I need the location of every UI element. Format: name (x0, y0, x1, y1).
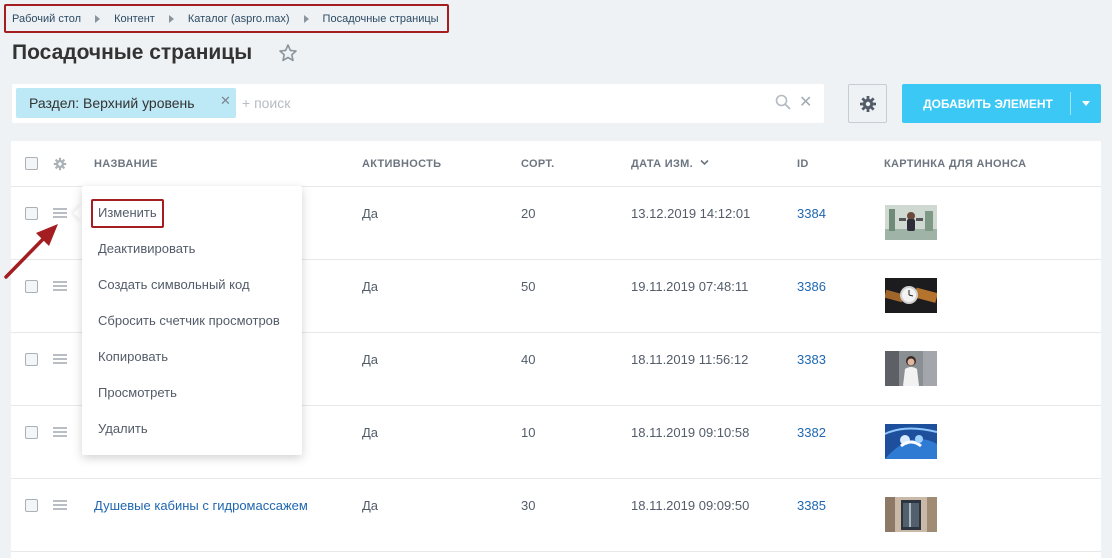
handshake-photo-thumbnail (885, 424, 937, 459)
row-date: 18.11.2019 09:09:50 (631, 498, 750, 513)
menu-item-delete[interactable]: Удалить (98, 421, 148, 436)
row-menu-icon[interactable] (53, 427, 67, 437)
menu-item-reset-views-counter[interactable]: Сбросить счетчик просмотров (98, 313, 280, 328)
watch-photo-thumbnail (885, 278, 937, 313)
row-sort: 50 (521, 279, 536, 294)
breadcrumb-item-landing-pages[interactable]: Посадочные страницы (323, 13, 439, 25)
row-sort: 30 (521, 498, 536, 513)
edit-highlight-box (91, 199, 164, 228)
search-icon[interactable] (775, 94, 791, 110)
column-header-id[interactable]: ID (797, 158, 809, 170)
row-active: Да (362, 352, 379, 367)
row-menu-icon[interactable] (53, 208, 67, 218)
select-all-checkbox[interactable] (25, 157, 38, 170)
table-row[interactable]: Душевые кабины с гидромассажем Да 30 18.… (11, 479, 1101, 552)
row-active: Да (362, 498, 379, 513)
add-element-label: ДОБАВИТЬ ЭЛЕМЕНТ (923, 96, 1053, 111)
column-header-image[interactable]: КАРТИНКА ДЛЯ АНОНСА (884, 158, 1026, 170)
row-checkbox[interactable] (25, 499, 38, 512)
breadcrumb: Рабочий стол Контент Каталог (aspro.max)… (4, 4, 449, 33)
row-menu-icon[interactable] (53, 500, 67, 510)
filter-chip[interactable]: Раздел: Верхний уровень (16, 88, 236, 118)
row-id[interactable]: 3386 (797, 279, 826, 294)
row-id[interactable]: 3383 (797, 352, 826, 367)
page-title: Посадочные страницы (12, 41, 253, 64)
shower-photo-thumbnail (885, 497, 937, 532)
row-id[interactable]: 3382 (797, 425, 826, 440)
filter-chip-label: Раздел: Верхний уровень (29, 95, 195, 111)
chip-remove-icon[interactable]: ✕ (220, 93, 231, 109)
row-date: 18.11.2019 09:10:58 (631, 425, 750, 440)
row-name[interactable]: Душевые кабины с гидромассажем (94, 498, 308, 513)
sort-chevron-down-icon[interactable] (700, 159, 709, 166)
column-header-sort[interactable]: СОРТ. (521, 158, 554, 170)
row-date: 13.12.2019 14:12:01 (631, 206, 751, 221)
fitness-photo-thumbnail (885, 205, 937, 240)
row-active: Да (362, 425, 379, 440)
gear-icon (859, 95, 876, 112)
annotation-arrow-icon (4, 224, 58, 279)
row-active: Да (362, 279, 379, 294)
clear-icon[interactable]: ✕ (799, 92, 812, 112)
settings-button[interactable] (848, 84, 887, 123)
row-checkbox[interactable] (25, 353, 38, 366)
search-input[interactable]: + поиск (242, 95, 290, 111)
menu-item-view[interactable]: Просмотреть (98, 385, 177, 400)
row-menu-icon[interactable] (53, 354, 67, 364)
row-active: Да (362, 206, 379, 221)
row-checkbox[interactable] (25, 426, 38, 439)
column-settings-gear-icon[interactable] (53, 157, 67, 171)
breadcrumb-separator-icon (168, 14, 174, 23)
table-header: НАЗВАНИЕ АКТИВНОСТЬ СОРТ. ДАТА ИЗМ. ID К… (11, 141, 1101, 187)
row-date: 18.11.2019 11:56:12 (631, 352, 749, 367)
column-header-date[interactable]: ДАТА ИЗМ. (631, 158, 693, 170)
breadcrumb-item-desktop[interactable]: Рабочий стол (12, 13, 81, 25)
row-id[interactable]: 3385 (797, 498, 826, 513)
menu-item-create-symbolic-code[interactable]: Создать символьный код (98, 277, 250, 292)
breadcrumb-item-content[interactable]: Контент (114, 13, 155, 25)
row-sort: 20 (521, 206, 536, 221)
girl-photo-thumbnail (885, 351, 937, 386)
menu-item-deactivate[interactable]: Деактивировать (98, 241, 195, 256)
row-id[interactable]: 3384 (797, 206, 826, 221)
row-sort: 10 (521, 425, 536, 440)
chevron-down-icon[interactable] (1071, 101, 1101, 106)
row-sort: 40 (521, 352, 536, 367)
row-date: 19.11.2019 07:48:11 (631, 279, 749, 294)
filter-search-bar[interactable]: Раздел: Верхний уровень ✕ + поиск ✕ (12, 84, 824, 123)
breadcrumb-separator-icon (303, 14, 309, 23)
column-header-name[interactable]: НАЗВАНИЕ (94, 158, 158, 170)
add-element-button[interactable]: ДОБАВИТЬ ЭЛЕМЕНТ (902, 84, 1101, 123)
menu-item-copy[interactable]: Копировать (98, 349, 168, 364)
column-header-active[interactable]: АКТИВНОСТЬ (362, 158, 441, 170)
star-icon[interactable] (278, 43, 298, 63)
breadcrumb-item-catalog[interactable]: Каталог (aspro.max) (188, 13, 290, 25)
breadcrumb-separator-icon (95, 14, 101, 23)
